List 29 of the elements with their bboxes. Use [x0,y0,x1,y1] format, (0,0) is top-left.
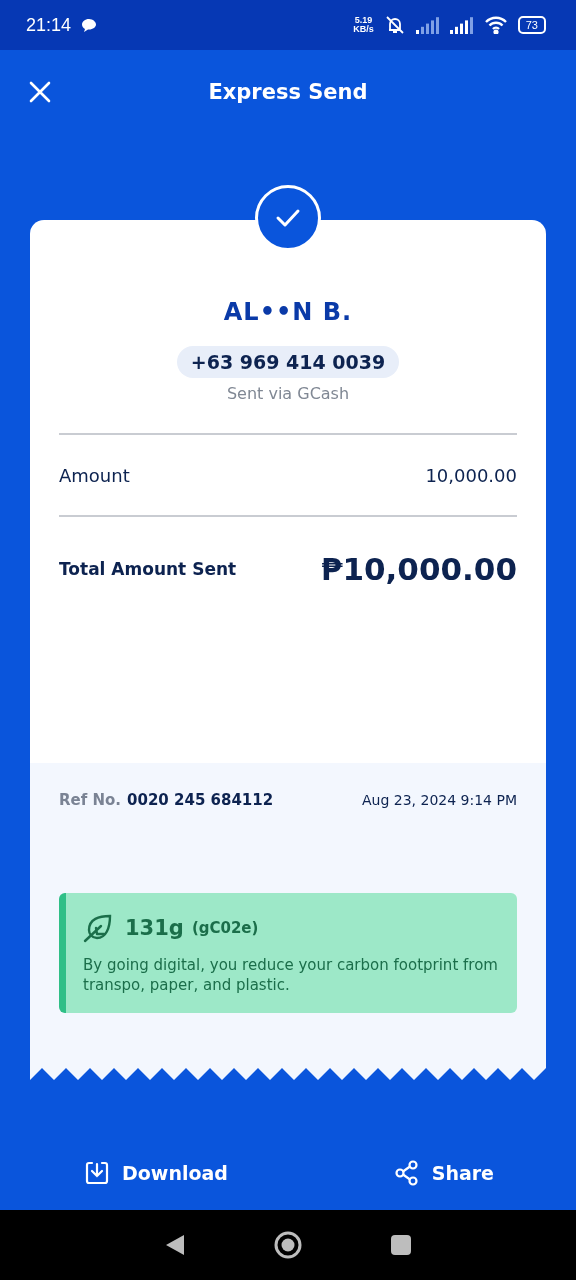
recents-icon[interactable] [390,1234,413,1256]
ref-label: Ref No. [59,791,122,809]
transaction-date: Aug 23, 2024 9:14 PM [362,792,517,808]
carbon-amount: 131g [125,916,184,940]
signal-icon [449,16,474,34]
battery-indicator: 73 [517,16,546,34]
chat-icon [81,17,98,33]
leaf-icon [83,913,113,943]
wifi-icon [483,16,508,34]
download-button[interactable]: Download [84,1160,228,1186]
network-speed: 5.19 KB/s [353,16,374,34]
carbon-message: By going digital, you reduce your carbon footprint from transpo, paper, and plastic. [83,955,499,995]
amount-value: 10,000.00 [425,464,517,486]
status-time: 21:14 [26,14,72,36]
total-value: ₱10,000.00 [320,551,517,587]
page-title: Express Send [208,80,368,104]
download-icon [84,1160,110,1186]
recipient-name: AL••N B. [223,298,353,326]
ref-number: 0020 245 684112 [127,791,274,809]
home-icon[interactable] [273,1230,303,1260]
phone-number: +63 969 414 0039 [176,346,400,378]
share-icon [393,1160,420,1186]
sent-via-text: Sent via GCash [226,384,350,403]
total-label: Total Amount Sent [59,559,237,579]
amount-label: Amount [59,464,130,486]
signal-icon [415,16,440,34]
carbon-unit: (gC02e) [191,919,259,937]
share-button[interactable]: Share [393,1160,494,1186]
bell-muted-icon [383,15,406,35]
